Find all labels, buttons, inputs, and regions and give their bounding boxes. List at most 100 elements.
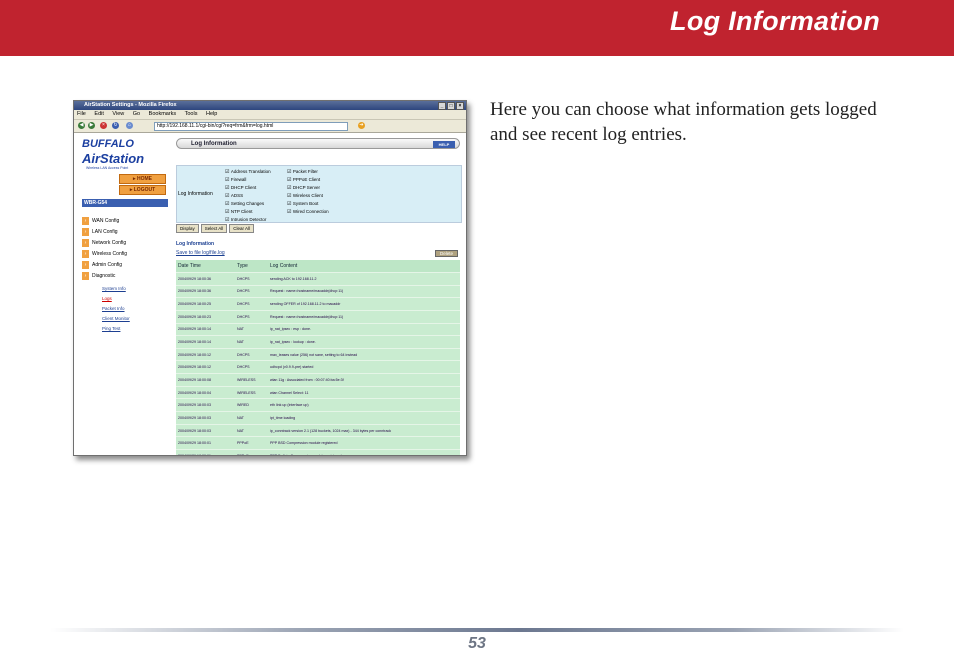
log-content: ip_nat_ipsec : esp : done.	[268, 322, 460, 336]
log-type: DHCPS	[235, 347, 268, 361]
menu-admin-config: › Admin Config	[82, 261, 162, 269]
option-checkbox: Firewall	[225, 176, 271, 184]
stop-icon: ×	[100, 122, 107, 129]
menu-file: File	[77, 111, 86, 117]
log-type: DHCPS	[235, 272, 268, 286]
browser-menubar: File Edit View Go Bookmarks Tools Help	[74, 110, 466, 120]
log-type: DHCPS	[235, 297, 268, 311]
chevron-right-icon: ›	[82, 261, 89, 269]
table-row: 2004/09/29 18:00:36 DHCPS sending ACK to 1…	[176, 272, 460, 286]
log-content: sending OFFER of 192.168.11.2 to macaddr	[268, 297, 460, 311]
save-log-link: Save to file log/file.log	[176, 250, 225, 256]
brand-logo: BUFFALO	[82, 138, 134, 150]
table-row: 2004/09/29 18:00:04 WIRELESS wlan Channel …	[176, 385, 460, 399]
go-icon: ➔	[358, 122, 365, 129]
log-content: wlan 11g : Associated from : 00:07:40:ba…	[268, 373, 460, 387]
log-type: WIRELESS	[235, 373, 268, 387]
col-date-time: Date Time	[176, 260, 235, 273]
log-date-time: 2004/09/29 18:00:36	[176, 272, 235, 286]
col-type: Type	[235, 260, 268, 273]
router-sidebar: BUFFALO AirStation Wireless LAN Access P…	[74, 134, 170, 455]
back-icon: ◀	[78, 122, 85, 129]
option-checkbox: Packet Filter	[287, 168, 329, 176]
model-badge: WBR-G54	[82, 199, 168, 207]
log-content: PPP BSD Compression module registered	[268, 436, 460, 450]
url-bar: http://192.168.11.1/cgi-bin/cgi?req=frm&…	[154, 122, 348, 131]
window-controls: _ □ ×	[437, 102, 464, 111]
option-checkbox: ADSS	[225, 192, 271, 200]
option-checkbox: Setting Changes	[225, 200, 271, 208]
sub-packet-info: Packet Info	[102, 306, 125, 311]
log-type: NAT	[235, 411, 268, 425]
page-number: 53	[468, 635, 486, 652]
col-log-content: Log Content	[268, 260, 460, 273]
table-row: 2004/09/29 18:00:12 DHCPS udhcpd (v0.9.9-p…	[176, 360, 460, 374]
log-date-time: 2004/09/29 18:00:12	[176, 360, 235, 374]
option-checkbox: Intrusion Detector	[225, 216, 271, 224]
display-button: Display	[176, 224, 199, 233]
chevron-right-icon: ›	[82, 239, 89, 247]
log-date-time: 2004/09/29 18:00:03	[176, 423, 235, 437]
option-checkbox: System Boot	[287, 200, 329, 208]
log-date-time: 2004/09/29 18:00:36	[176, 284, 235, 298]
table-row: 2004/09/29 18:00:01 PPPoE PPP Deflate Comp…	[176, 448, 460, 455]
table-row: 2004/09/29 18:00:03 WIRED eth link up (int…	[176, 398, 460, 412]
log-date-time: 2004/09/29 18:00:14	[176, 335, 235, 349]
sub-logs: Logs	[102, 296, 112, 301]
select-all-button: Select All	[200, 224, 228, 233]
product-tagline: Wireless LAN Access Point	[86, 166, 129, 170]
log-date-time: 2004/09/29 18:00:04	[176, 385, 235, 399]
menu-tools: Tools	[184, 111, 198, 117]
table-row: 2004/09/29 18:00:25 DHCPS sending OFFER of…	[176, 297, 460, 311]
log-type: WIRELESS	[235, 385, 268, 399]
log-content: PPP Deflate Compression module registere…	[268, 448, 460, 455]
description-text: Here you can choose what information get…	[490, 99, 877, 145]
menu-network-config: › Network Config	[82, 239, 162, 247]
header-bar: Log Information	[0, 0, 954, 56]
log-type: PPPoE	[235, 436, 268, 450]
router-page: BUFFALO AirStation Wireless LAN Access P…	[74, 134, 466, 455]
log-type: DHCPS	[235, 284, 268, 298]
log-date-time: 2004/09/29 18:00:25	[176, 297, 235, 311]
option-checkbox: Address Translation	[225, 168, 271, 176]
log-content: sending ACK to 192.168.11.2	[268, 272, 460, 286]
menu-diagnostic: › Diagnostic	[82, 272, 162, 280]
help-button: HELP	[433, 141, 455, 148]
log-content: max_leases value (256) not sane, setting…	[268, 347, 460, 361]
reload-icon: ↻	[112, 122, 119, 129]
browser-navbar: ◀ ▶ × ↻ ⌂ http://192.168.11.1/cgi-bin/cg…	[74, 120, 466, 133]
chevron-right-icon: ›	[82, 250, 89, 258]
table-row: 2004/09/29 18:00:14 NAT ip_nat_ipsec : esp…	[176, 322, 460, 336]
table-row: 2004/09/29 18:00:14 NAT ip_nat_ipsec : loo…	[176, 335, 460, 349]
log-type: NAT	[235, 335, 268, 349]
log-content: ip_nat_ipsec : lookup : done.	[268, 335, 460, 349]
chevron-right-icon: ›	[82, 272, 89, 280]
log-date-time: 2004/09/29 18:00:03	[176, 398, 235, 412]
router-page-title: Log Information HELP	[176, 138, 460, 149]
log-options-panel: Log Information Address Translation Fire…	[176, 165, 462, 223]
table-row: 2004/09/29 18:00:01 PPPoE PPP BSD Compress…	[176, 436, 460, 450]
log-content: wlan Channel Select: 11	[268, 385, 460, 399]
option-checkbox: DHCP Client	[225, 184, 271, 192]
menu-wan-config: › WAN Config	[82, 217, 162, 225]
menu-edit: Edit	[94, 111, 104, 117]
home-icon: ⌂	[126, 122, 133, 129]
table-row: 2004/09/29 18:00:12 DHCPS max_leases value…	[176, 347, 460, 361]
menu-help: Help	[205, 111, 218, 117]
table-row: 2004/09/29 18:00:36 DHCPS Request : name=h…	[176, 284, 460, 298]
menu-bookmarks: Bookmarks	[148, 111, 177, 117]
log-content: udhcpd (v0.9.9-pre) started	[268, 360, 460, 374]
log-content: Request : name=hostname/macaddr(dhcp:11)	[268, 309, 460, 324]
home-button: ▸ HOME	[119, 174, 166, 184]
chevron-right-icon: ›	[82, 217, 89, 225]
option-checkbox: NTP Client	[225, 208, 271, 216]
sub-ping-test: Ping Test	[102, 326, 121, 331]
table-row: 2004/09/29 18:00:23 DHCPS Request : name=h…	[176, 309, 460, 324]
log-content: eth link up (interface up)	[268, 398, 460, 412]
sub-client-monitor: Client Monitor	[102, 316, 130, 321]
forward-icon: ▶	[88, 122, 95, 129]
menu-view: View	[112, 111, 125, 117]
log-section-heading: Log Information	[176, 241, 215, 247]
log-content: ip_conntrack version 2.1 (128 buckets, 1…	[268, 423, 460, 437]
log-table-header: Date Time Type Log Content	[176, 260, 460, 273]
